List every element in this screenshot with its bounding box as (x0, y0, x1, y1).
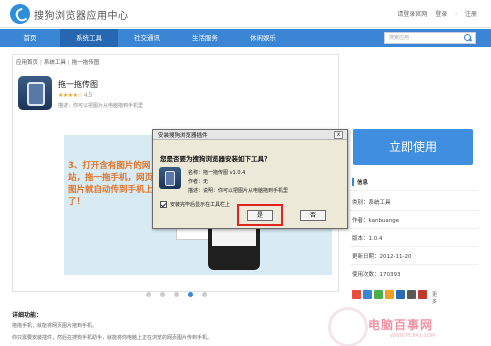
share-douban-icon[interactable] (407, 290, 416, 299)
carousel-dot-active[interactable] (188, 292, 193, 297)
main-nav: 首页 系统工具 社交通讯 生活服务 休闲娱乐 搜索应用 (0, 29, 491, 47)
carousel-caption: 3、打开含有图片的网站，拖一拖手机，网页图片就自动传到手机上了！ (68, 161, 154, 207)
show-in-toolbar-label[interactable]: 安装完毕后显示在工具栏上 (170, 201, 230, 208)
official-site-link[interactable]: 请登录官网 (397, 11, 427, 18)
app-icon (18, 76, 52, 110)
dialog-close-button[interactable]: x (334, 131, 343, 139)
nav-item-social[interactable]: 社交通讯 (118, 29, 176, 47)
watermark-url: WWW.PC841.COM (390, 333, 436, 339)
use-now-button[interactable]: 立即使用 (353, 129, 473, 165)
search-icon[interactable] (462, 33, 474, 43)
watermark-logo (328, 307, 368, 346)
info-update-date: 更新日期：2012-11-20 (352, 254, 412, 260)
show-in-toolbar-checkbox[interactable] (160, 201, 167, 208)
top-links: 请登录官网 登录 · 注册 (391, 9, 477, 18)
divider (350, 246, 478, 247)
share-weibo-icon[interactable] (352, 290, 361, 299)
breadcrumb-home[interactable]: 应用首页 (16, 60, 38, 66)
site-title[interactable]: 搜狗浏览器应用中心 (34, 7, 129, 22)
breadcrumb-separator: | (40, 60, 42, 66)
dialog-field-description: 描述：说明：你可以把图片从电脑拖到手机里 (188, 188, 289, 194)
login-link[interactable]: 登录 (435, 11, 447, 18)
dialog-question: 您是否要为搜狗浏览器安装如下工具？ (160, 155, 271, 163)
divider (350, 264, 478, 265)
share-tencent-icon[interactable] (396, 290, 405, 299)
header-bar: 搜狗浏览器应用中心 请登录官网 登录 · 注册 (0, 0, 491, 28)
carousel-pager (146, 292, 226, 300)
carousel-dot[interactable] (146, 292, 151, 297)
rating-value: 4.5 (83, 92, 93, 99)
breadcrumb-current: 拖一拖传图 (71, 60, 100, 66)
share-renren-icon[interactable] (374, 290, 383, 299)
share-more-link[interactable]: 更多 (432, 291, 437, 305)
info-category: 类别：系统工具 (352, 200, 391, 206)
nav-item-home[interactable]: 首页 (0, 29, 60, 47)
dialog-title: 安装搜狗浏览器插件 (158, 133, 208, 139)
share-qzone-icon[interactable] (363, 290, 372, 299)
dialog-app-icon (159, 167, 181, 189)
highlight-annotation (237, 204, 283, 226)
share-netease-icon[interactable] (418, 290, 427, 299)
register-link[interactable]: 注册 (465, 11, 477, 18)
divider (350, 210, 478, 211)
app-title: 拖一拖传图 (58, 80, 98, 89)
carousel-dot[interactable] (202, 292, 207, 297)
carousel-dot[interactable] (160, 292, 165, 297)
dialog-no-button[interactable]: 否 (300, 210, 326, 221)
info-author: 作者：kanbuange (352, 218, 400, 224)
breadcrumb-separator: | (67, 60, 70, 66)
app-description: 描述：你可以把图片从电脑拖到手机里 (58, 103, 144, 109)
nav-item-system-tools[interactable]: 系统工具 (60, 29, 118, 47)
rating-stars-glyphs: ★★★★☆ (58, 92, 83, 99)
sogou-logo-icon[interactable] (10, 4, 30, 24)
carousel-dot[interactable] (174, 292, 179, 297)
divider (350, 190, 478, 191)
dialog-field-name: 名称：拖一拖传图 v1.0.4 (188, 170, 246, 176)
nav-item-leisure[interactable]: 休闲娱乐 (234, 29, 292, 47)
share-kaixin-icon[interactable] (385, 290, 394, 299)
dialog-field-author: 作者：无 (188, 179, 209, 185)
nav-item-life-services[interactable]: 生活服务 (176, 29, 234, 47)
breadcrumb: 应用首页 | 系统工具 | 拖一拖传图 (16, 58, 99, 66)
info-version: 版本：1.0.4 (352, 236, 383, 242)
divider (350, 228, 478, 229)
top-link-separator: · (455, 11, 458, 18)
info-usage-count: 使用次数：170393 (352, 272, 401, 278)
breadcrumb-category[interactable]: 系统工具 (44, 60, 66, 66)
details-line: 拖拖手机，就能将网页图片拖到手机。 (12, 323, 98, 329)
rating-stars: ★★★★☆ 4.5 (58, 92, 92, 99)
details-title: 详细功能： (12, 312, 43, 319)
watermark-text: 电脑百事网 (368, 318, 434, 332)
info-heading: 信息 (352, 178, 368, 186)
details-line: 你只需要安装插件，然后在搜狗手机助手，就能将你电脑上正在浏览的网页图片传到手机。 (12, 335, 213, 341)
